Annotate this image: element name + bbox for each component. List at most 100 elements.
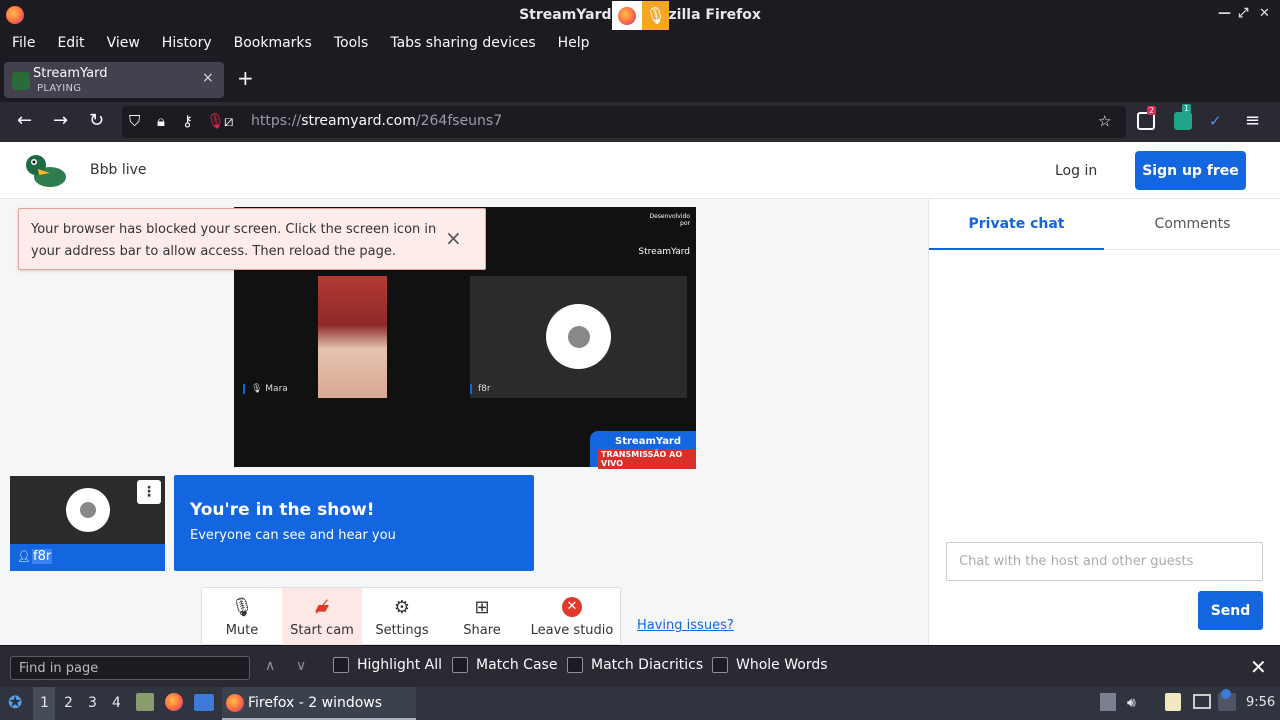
desktop-icon[interactable] [194, 694, 214, 711]
start-menu-icon[interactable]: ✪ [8, 693, 22, 713]
sharing-indicator[interactable]: 🎙 [612, 1, 669, 30]
mute-button[interactable]: 🎙︎ Mute [202, 588, 282, 645]
leave-icon: ✕ [562, 595, 582, 619]
person-icon [80, 502, 96, 518]
share-button[interactable]: ⊞ Share [442, 588, 522, 645]
menu-tabs-sharing[interactable]: Tabs sharing devices [382, 35, 543, 51]
settings-button[interactable]: ⚙ Settings [362, 588, 442, 645]
tab-private-chat[interactable]: Private chat [929, 199, 1104, 250]
send-button[interactable]: Send [1198, 591, 1263, 630]
menu-tools[interactable]: Tools [326, 35, 377, 51]
url-text[interactable]: https://streamyard.com/264fseuns7 [251, 113, 502, 129]
taskbar-window-firefox[interactable]: Firefox - 2 windows [222, 687, 416, 720]
microphone-blocked-icon[interactable]: 🎙︎ [206, 112, 225, 130]
menu-edit[interactable]: Edit [49, 35, 92, 51]
screen-blocked-alert: Your browser has blocked your screen. Cl… [18, 208, 486, 270]
forward-icon[interactable]: → [53, 110, 68, 131]
firefox-window-icon [226, 694, 244, 712]
gear-icon: ⚙ [393, 596, 411, 618]
brand-logo: Desenvolvido por StreamYard [638, 213, 690, 257]
menu-view[interactable]: View [99, 35, 148, 51]
network-icon[interactable] [1193, 694, 1211, 709]
find-previous-icon[interactable]: ∧ [265, 658, 275, 674]
clock: 9:56 [1246, 695, 1276, 710]
tab-close-icon[interactable]: × [202, 70, 214, 86]
participant-label-mara: 🎙︎ Mara [243, 384, 288, 394]
clipboard-icon[interactable] [1165, 693, 1181, 711]
avatar [546, 304, 611, 369]
reload-icon[interactable]: ↻ [89, 110, 104, 131]
microphone-icon: 🎙︎ [230, 596, 254, 618]
chat-pane: Private chat Comments Send [928, 199, 1280, 645]
find-close-icon[interactable]: ✕ [1250, 655, 1267, 679]
workspace-1[interactable]: 1 [40, 695, 49, 711]
tray-updates-icon[interactable] [1100, 693, 1116, 711]
highlight-all-checkbox[interactable]: Highlight All [333, 657, 442, 673]
extension-icon-2[interactable]: 1 [1174, 104, 1192, 130]
workspace-4[interactable]: 4 [112, 695, 121, 711]
tab-title: StreamYard [33, 66, 108, 81]
whole-words-checkbox[interactable]: Whole Words [712, 657, 828, 673]
menu-bookmarks[interactable]: Bookmarks [226, 35, 320, 51]
firefox-icon [6, 6, 24, 24]
menu-file[interactable]: File [4, 35, 43, 51]
streamyard-logo [26, 155, 66, 187]
participant-label-f8r: f8r [470, 384, 491, 394]
tracking-shield-icon[interactable]: ⛉ [129, 112, 140, 130]
extension-check-icon[interactable]: ✓ [1209, 112, 1227, 130]
tab-streamyard[interactable]: StreamYard PLAYING × [4, 62, 224, 98]
file-manager-icon[interactable] [136, 693, 154, 711]
menu-help[interactable]: Help [550, 35, 598, 51]
lock-icon[interactable]: 🔒︎ [157, 112, 165, 130]
match-case-checkbox[interactable]: Match Case [452, 657, 557, 673]
alert-message: Your browser has blocked your screen. Cl… [31, 222, 437, 259]
login-link[interactable]: Log in [1055, 163, 1097, 179]
new-tab-button[interactable]: + [237, 66, 254, 90]
bookmark-star-icon[interactable]: ☆ [1098, 112, 1111, 130]
notification-icon[interactable] [1218, 689, 1236, 711]
find-bar: ∧ ∨ Highlight All Match Case Match Diacr… [0, 645, 1280, 687]
site-header: Bbb live Log in Sign up free [0, 142, 1280, 199]
alert-close-icon[interactable]: × [445, 226, 462, 250]
restore-icon[interactable]: ⤢ [1238, 6, 1248, 21]
studio-controls: 🎙︎ Mute ▰̸ Start cam ⚙ Settings ⊞ Share ✕ Lea… [201, 587, 621, 645]
find-next-icon[interactable]: ∨ [296, 658, 306, 674]
in-show-subtitle: Everyone can see and hear you [190, 528, 396, 543]
menu-history[interactable]: History [154, 35, 220, 51]
person-icon [567, 325, 590, 348]
extension-icon-1[interactable]: 2 [1137, 106, 1157, 130]
camera-off-icon: ▰̸ [315, 596, 329, 618]
firefox-launcher-icon[interactable] [165, 693, 183, 711]
firefox-sharing-icon [618, 6, 636, 25]
find-input[interactable] [10, 656, 250, 680]
app-menu-icon[interactable]: ≡ [1245, 110, 1260, 131]
permissions-icon[interactable]: ⚷ [182, 112, 193, 130]
tile-options-icon[interactable]: ⋮ [137, 480, 161, 504]
back-icon[interactable]: ← [17, 110, 32, 131]
in-show-card: You're in the show! Everyone can see and… [174, 475, 534, 571]
self-name-bar: 👤︎ f8r [10, 544, 165, 571]
participant-video-f8r [470, 276, 687, 398]
chat-input[interactable] [946, 542, 1263, 581]
signup-button[interactable]: Sign up free [1135, 151, 1246, 190]
volume-icon[interactable]: 🔊︎ [1127, 695, 1136, 711]
having-issues-link[interactable]: Having issues? [637, 618, 734, 633]
streamyard-favicon [12, 72, 30, 90]
minimize-icon[interactable]: — [1218, 6, 1231, 21]
close-window-icon[interactable]: ✕ [1259, 6, 1270, 21]
workspace-3[interactable]: 3 [88, 695, 97, 711]
screen-blocked-icon[interactable]: ⧄ [224, 112, 234, 130]
leave-studio-button[interactable]: ✕ Leave studio [522, 588, 622, 645]
participant-video-mara [318, 276, 387, 398]
live-banner: StreamYard TRANSMISSÃO AO VIVO [590, 431, 696, 469]
room-name: Bbb live [90, 162, 147, 178]
person-small-icon: 👤︎ [17, 550, 31, 563]
tab-comments[interactable]: Comments [1104, 199, 1280, 250]
menubar: File Edit View History Bookmarks Tools T… [0, 30, 1280, 56]
start-cam-button[interactable]: ▰̸ Start cam [282, 588, 362, 645]
workspace-2[interactable]: 2 [64, 695, 73, 711]
share-screen-icon: ⊞ [474, 596, 490, 618]
match-diacritics-checkbox[interactable]: Match Diacritics [567, 657, 703, 673]
tab-playing-status: PLAYING [37, 83, 82, 94]
self-name[interactable]: f8r [32, 549, 53, 564]
